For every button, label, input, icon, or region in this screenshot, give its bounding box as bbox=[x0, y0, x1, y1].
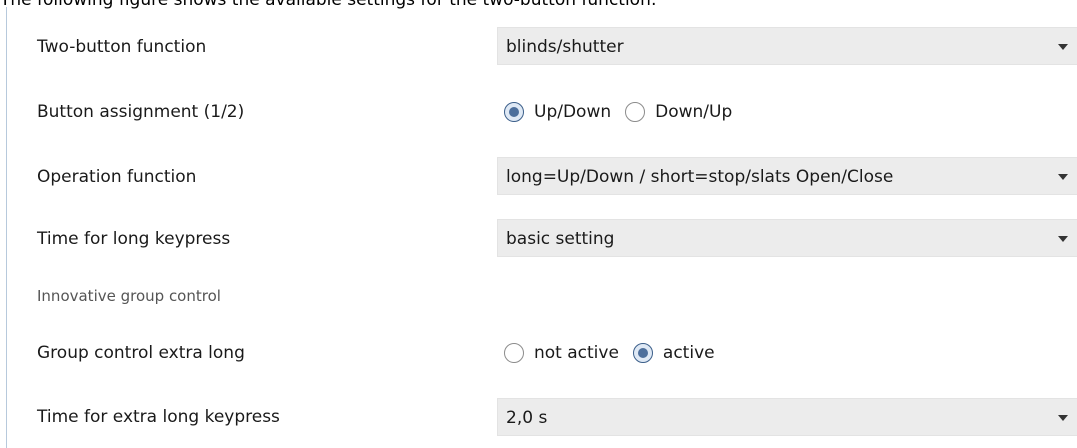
settings-panel: Two-button function blinds/shutter Butto… bbox=[6, 7, 1077, 448]
extra-long-keypress-value: 2,0 s bbox=[506, 408, 548, 428]
extra-long-keypress-label: Time for extra long keypress bbox=[37, 407, 280, 427]
radio-button-icon bbox=[504, 102, 524, 122]
long-keypress-dropdown[interactable]: basic setting bbox=[497, 219, 1077, 257]
radio-not-active-label: not active bbox=[534, 343, 619, 363]
chevron-down-icon bbox=[1058, 415, 1068, 421]
radio-down-up[interactable]: Down/Up bbox=[625, 100, 732, 124]
chevron-down-icon bbox=[1058, 236, 1068, 242]
button-assignment-label: Button assignment (1/2) bbox=[37, 102, 245, 122]
long-keypress-value: basic setting bbox=[506, 229, 615, 249]
radio-down-up-label: Down/Up bbox=[655, 102, 733, 122]
operation-function-dropdown[interactable]: long=Up/Down / short=stop/slats Open/Clo… bbox=[497, 157, 1077, 195]
long-keypress-label: Time for long keypress bbox=[37, 229, 231, 249]
group-control-label: Group control extra long bbox=[37, 343, 245, 363]
group-control-radio-group: not active active bbox=[504, 338, 729, 368]
radio-active-label: active bbox=[662, 343, 715, 363]
operation-function-value: long=Up/Down / short=stop/slats Open/Clo… bbox=[506, 167, 894, 187]
two-button-function-dropdown[interactable]: blinds/shutter bbox=[497, 27, 1077, 65]
radio-button-icon bbox=[504, 343, 524, 363]
radio-not-active[interactable]: not active bbox=[504, 341, 619, 365]
operation-function-label: Operation function bbox=[37, 167, 197, 187]
radio-up-down-label: Up/Down bbox=[534, 102, 612, 122]
chevron-down-icon bbox=[1058, 174, 1068, 180]
extra-long-keypress-dropdown[interactable]: 2,0 s bbox=[497, 398, 1077, 436]
radio-button-icon bbox=[625, 102, 646, 122]
radio-active[interactable]: active bbox=[632, 341, 715, 365]
chevron-down-icon bbox=[1058, 44, 1068, 50]
two-button-function-label: Two-button function bbox=[37, 37, 207, 57]
radio-button-icon bbox=[632, 343, 653, 363]
two-button-function-value: blinds/shutter bbox=[506, 37, 624, 57]
radio-up-down[interactable]: Up/Down bbox=[504, 100, 611, 124]
button-assignment-radio-group: Up/Down Down/Up bbox=[504, 97, 746, 127]
section-title-group-control: Innovative group control bbox=[37, 287, 221, 305]
